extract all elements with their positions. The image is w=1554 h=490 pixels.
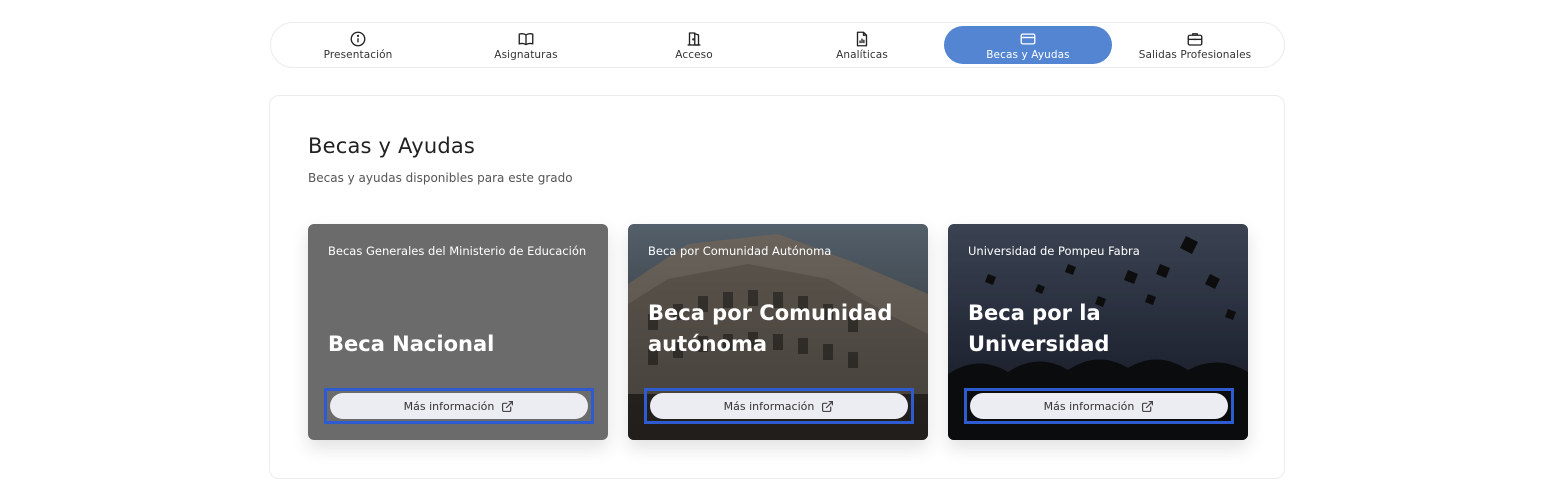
mas-informacion-button[interactable]: Más información: [650, 393, 908, 419]
tab-analiticas[interactable]: Analíticas: [778, 26, 946, 64]
section-tabbar: Presentación Asignaturas Acceso Analític…: [270, 22, 1285, 68]
highlight-frame: Más información: [964, 388, 1234, 424]
info-icon: [350, 31, 366, 46]
card-provider: Universidad de Pompeu Fabra: [968, 244, 1140, 258]
book-icon: [518, 32, 534, 45]
external-link-icon: [822, 400, 834, 412]
page-subtitle: Becas y ayudas disponibles para este gra…: [308, 171, 573, 185]
highlight-frame: Más información: [644, 388, 914, 424]
external-link-icon: [1142, 400, 1154, 412]
tab-label: Becas y Ayudas: [986, 48, 1070, 61]
report-icon: [856, 31, 868, 46]
button-label: Más información: [1043, 399, 1135, 413]
tab-asignaturas[interactable]: Asignaturas: [442, 26, 610, 64]
tab-acceso[interactable]: Acceso: [610, 26, 778, 64]
mas-informacion-button[interactable]: Más información: [970, 393, 1228, 419]
tab-label: Salidas Profesionales: [1138, 48, 1252, 61]
door-icon: [687, 31, 701, 46]
scholarship-card-comunidad: Beca por Comunidad Autónoma Beca por Com…: [628, 224, 928, 440]
tab-becas-y-ayudas[interactable]: Becas y Ayudas: [944, 26, 1112, 64]
mas-informacion-button[interactable]: Más información: [330, 393, 588, 419]
page-title: Becas y Ayudas: [308, 134, 476, 158]
tab-salidas-profesionales[interactable]: Salidas Profesionales: [1111, 26, 1279, 64]
external-link-icon: [502, 400, 514, 412]
highlight-frame: Más información: [324, 388, 594, 424]
tab-label: Asignaturas: [494, 48, 558, 61]
tab-label: Analíticas: [836, 48, 888, 61]
card-provider: Becas Generales del Ministerio de Educac…: [328, 244, 587, 258]
card-provider: Beca por Comunidad Autónoma: [648, 244, 832, 258]
card-title: Beca por la Universidad: [968, 301, 1110, 356]
scholarship-card-universidad: Universidad de Pompeu Fabra Beca por la …: [948, 224, 1248, 440]
card-title: Beca por Comunidad autónoma: [648, 301, 893, 356]
tab-label: Acceso: [675, 48, 713, 61]
becas-panel: Becas y Ayudas Becas y ayudas disponible…: [269, 95, 1285, 479]
tab-label: Presentación: [323, 48, 393, 61]
button-label: Más información: [723, 399, 815, 413]
tab-presentacion[interactable]: Presentación: [274, 26, 442, 64]
scholarship-card-nacional: Becas Generales del Ministerio de Educac…: [308, 224, 608, 440]
briefcase-icon: [1187, 32, 1203, 46]
card-title: Beca Nacional: [328, 332, 495, 356]
button-label: Más información: [403, 399, 495, 413]
credit-card-icon: [1020, 32, 1036, 45]
